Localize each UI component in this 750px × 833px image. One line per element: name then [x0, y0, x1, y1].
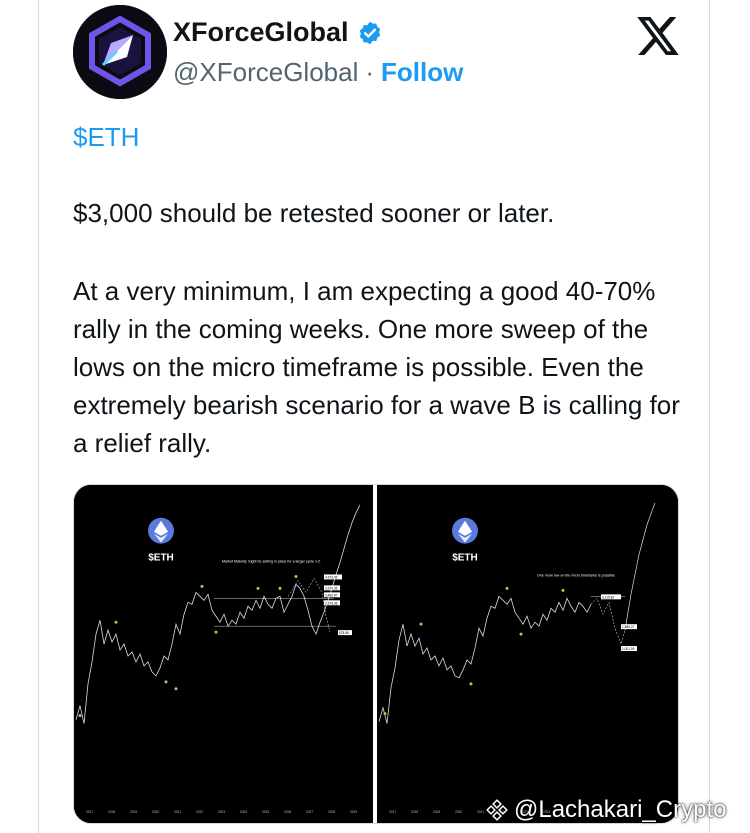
author-display-name[interactable]: XForceGlobal [173, 17, 349, 48]
price-label: 1,586.27 [622, 625, 635, 629]
watermark: @Lachakari_Crypto [486, 796, 726, 824]
author-handle-line: @XForceGlobal · Follow [173, 57, 463, 88]
separator-dot: · [365, 57, 375, 87]
x-tick-label: 2029 [350, 810, 357, 814]
x-tick-label: 2017 [389, 810, 396, 814]
x-tick-label: 2026 [284, 810, 291, 814]
x-tick-label: 2019 [433, 810, 440, 814]
x-tick-label: 2018 [411, 810, 418, 814]
x-tick-label: 2020 [455, 810, 462, 814]
price-label: 3,970.35 [325, 586, 338, 590]
x-tick-label: 2018 [108, 810, 115, 814]
x-logo-icon[interactable] [637, 17, 679, 55]
x-tick-label: 2027 [306, 810, 313, 814]
chart-note-left: Market Maturity might be setting in plac… [222, 560, 321, 564]
price-label: $78.86 [339, 631, 349, 635]
cashtag-link[interactable]: $ETH [73, 122, 139, 153]
x-tick-label: 2019 [130, 810, 137, 814]
follow-button[interactable]: Follow [381, 57, 463, 88]
chart-ticker-right: $ETH [452, 553, 478, 564]
x-tick-label: 2023 [218, 810, 225, 814]
price-label: 4,579.95 [325, 575, 338, 579]
media-container: $ETH Market Maturity might be setting in… [73, 484, 679, 824]
xforce-logo-icon [73, 5, 167, 99]
chart-note-right: One more low on the micro timeframe is p… [537, 573, 615, 577]
tweet-text-paragraph-2: At a very minimum, I am expecting a good… [73, 276, 680, 458]
price-label: 1,001.09 [622, 647, 635, 651]
x-tick-label: 2028 [328, 810, 335, 814]
tweet-card: XForceGlobal @XForceGlobal · Follow $ETH… [38, 0, 710, 833]
tweet-text-paragraph-1: $3,000 should be retested sooner or late… [73, 198, 555, 228]
author-name-line: XForceGlobal [173, 17, 383, 48]
x-tick-label: 2020 [152, 810, 159, 814]
avatar[interactable] [73, 5, 167, 99]
eth-logo-icon [148, 517, 174, 544]
x-tick-label: 2021 [477, 810, 484, 814]
price-label: 3,115.82 [602, 595, 614, 599]
watermark-text: @Lachakari_Crypto [514, 796, 727, 823]
chart-image-right[interactable]: $ETH One more low on the micro timeframe… [377, 485, 679, 823]
x-tick-label: 2021 [174, 810, 181, 814]
tweet-header: XForceGlobal @XForceGlobal · Follow [73, 5, 679, 105]
author-handle[interactable]: @XForceGlobal [173, 57, 358, 88]
x-tick-label: 2022 [196, 810, 203, 814]
x-tick-label: 2017 [86, 810, 93, 814]
eth-logo-icon [452, 517, 478, 544]
verified-badge-icon [359, 21, 380, 44]
x-tick-label: 2024 [240, 810, 247, 814]
price-label: 3,460.87 [325, 593, 338, 597]
chart-image-left[interactable]: $ETH Market Maturity might be setting in… [74, 485, 373, 823]
chart-ticker-left: $ETH [148, 553, 174, 564]
price-label: 2,578.38 [325, 601, 338, 605]
x-tick-label: 2025 [262, 810, 269, 814]
binance-diamond-icon [486, 799, 508, 821]
